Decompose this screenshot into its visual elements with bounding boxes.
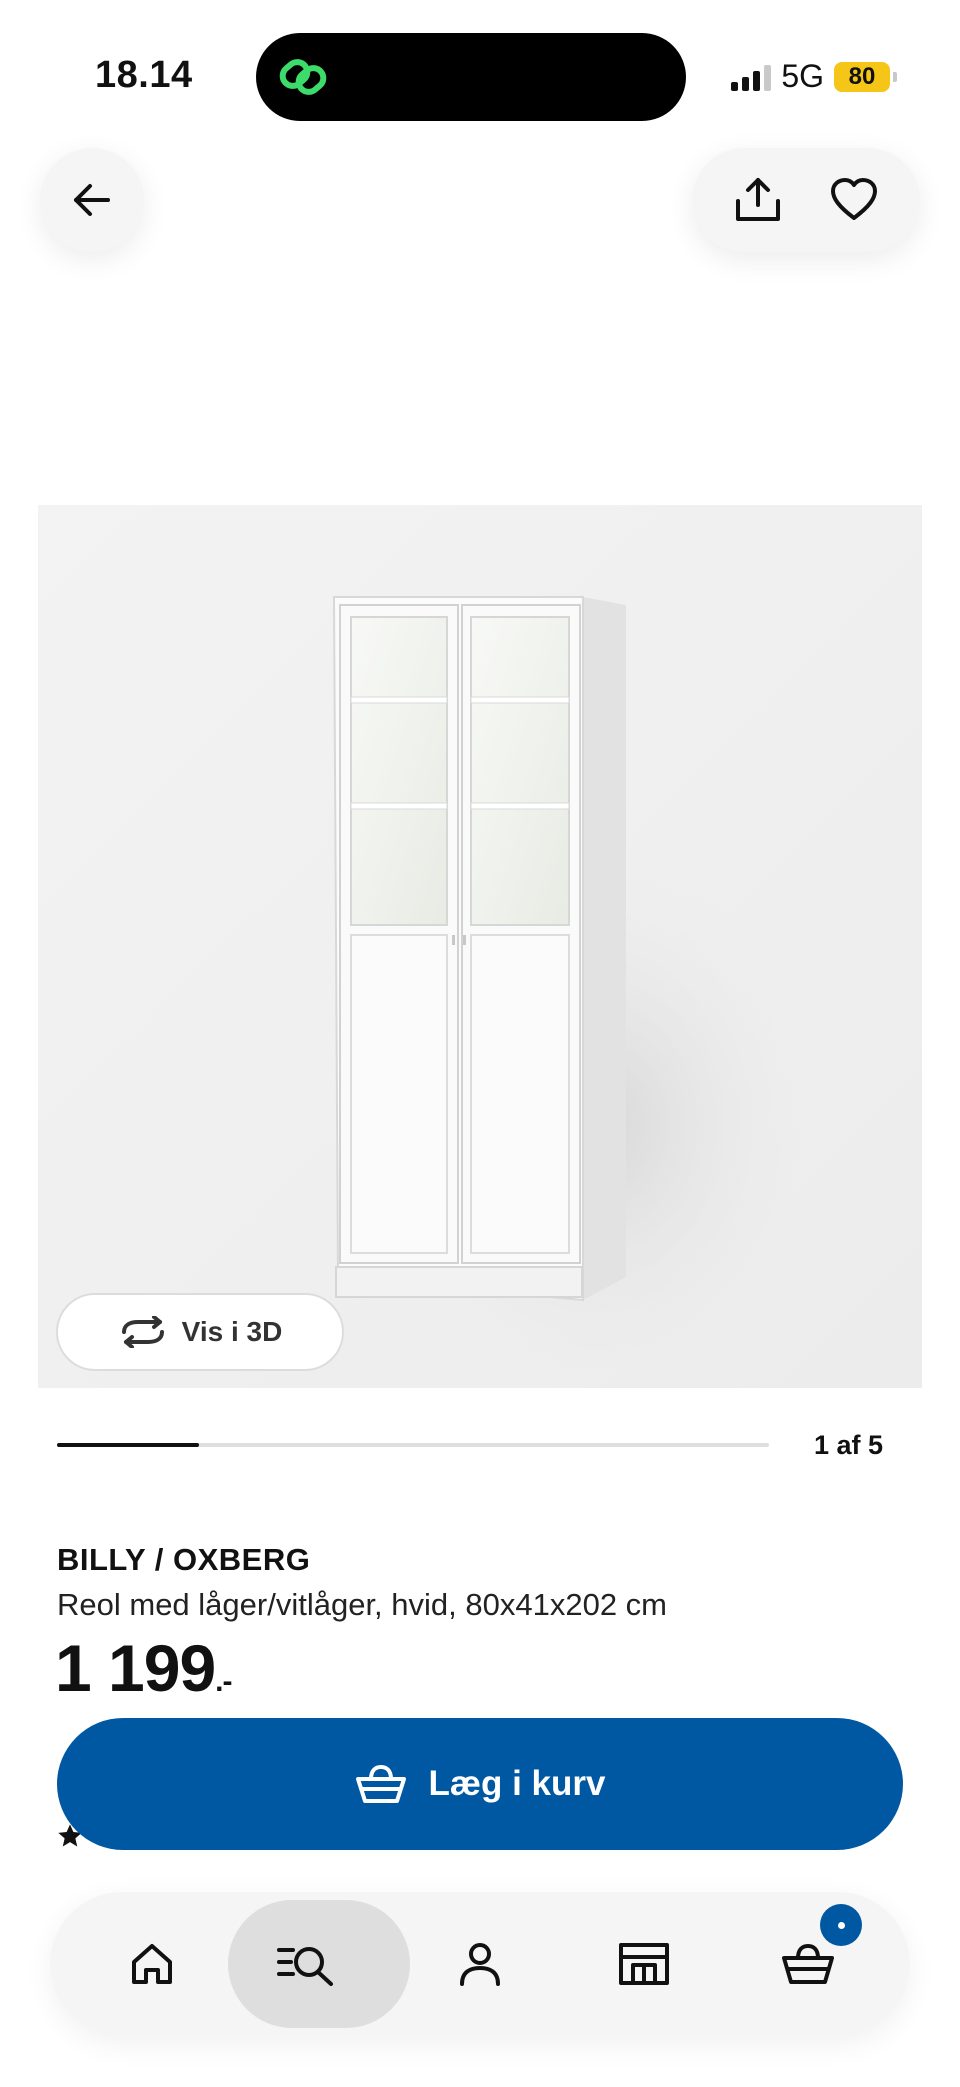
- status-bar: 18.14 5G 80: [0, 0, 960, 150]
- share-icon: [736, 178, 780, 221]
- person-icon: [460, 1943, 500, 1986]
- view-3d-label: Vis i 3D: [181, 1316, 283, 1347]
- tab-cart[interactable]: [726, 1892, 890, 2036]
- add-to-cart-button[interactable]: Læg i kurv: [57, 1718, 903, 1850]
- tab-search[interactable]: [224, 1892, 410, 2036]
- view-3d-button[interactable]: Vis i 3D: [56, 1293, 344, 1371]
- tab-store[interactable]: [562, 1892, 726, 2036]
- arrow-left-icon: [74, 184, 110, 216]
- status-time: 18.14: [95, 54, 193, 96]
- back-button[interactable]: [40, 148, 144, 252]
- battery-level: 80: [848, 62, 876, 90]
- image-carousel-indicator: 1 af 5: [57, 1430, 883, 1460]
- bottom-tab-bar: [50, 1892, 910, 2036]
- battery-icon: 80: [834, 61, 897, 92]
- carousel-progress: [57, 1443, 200, 1447]
- favorite-button[interactable]: [824, 170, 884, 230]
- home-icon: [132, 1944, 172, 1984]
- link-app-icon: [279, 59, 327, 95]
- bookcase-image: [38, 505, 922, 1388]
- dynamic-island: [256, 33, 686, 121]
- carousel-track[interactable]: [57, 1443, 769, 1447]
- image-counter: 1 af 5: [813, 1430, 883, 1460]
- tab-profile[interactable]: [398, 1892, 562, 2036]
- status-indicators: 5G 80: [731, 58, 897, 95]
- product-name: BILLY / OXBERG: [57, 1542, 311, 1577]
- price-value: 1 199: [55, 1631, 216, 1705]
- share-button[interactable]: [728, 170, 788, 230]
- basket-icon: [782, 1944, 834, 1984]
- heart-icon: [831, 178, 877, 220]
- rotate-3d-icon: [121, 1316, 164, 1348]
- cart-badge: [820, 1904, 862, 1946]
- add-to-cart-label: Læg i kurv: [428, 1764, 606, 1803]
- network-type: 5G: [781, 58, 824, 94]
- store-icon: [619, 1943, 669, 1985]
- product-description: Reol med låger/vitlåger, hvid, 80x41x202…: [57, 1587, 667, 1622]
- product-price: 1 199.-: [55, 1630, 233, 1706]
- product-image[interactable]: Vis i 3D: [38, 505, 922, 1388]
- signal-strength-icon: [731, 63, 772, 91]
- tab-home[interactable]: [70, 1892, 234, 2036]
- search-list-icon: [277, 1947, 333, 1986]
- price-suffix: .-: [215, 1665, 232, 1698]
- product-actions: [692, 148, 920, 252]
- basket-icon: [355, 1765, 406, 1803]
